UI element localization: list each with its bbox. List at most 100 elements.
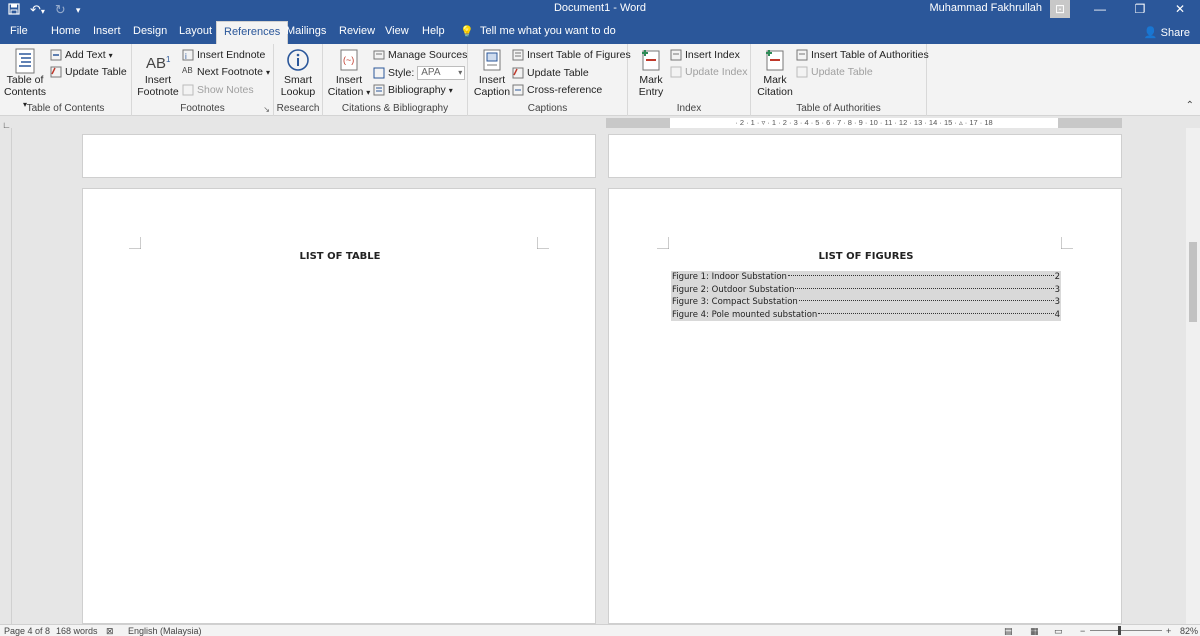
cross-reference-icon — [512, 84, 524, 96]
add-text-icon — [50, 49, 62, 61]
read-mode-icon[interactable]: ▤ — [1004, 626, 1013, 636]
toc-entry-text: Figure 4: Pole mounted substation — [672, 309, 818, 320]
insert-index-button[interactable]: Insert Index — [670, 49, 740, 61]
zoom-slider-thumb[interactable] — [1118, 626, 1121, 635]
show-notes-button[interactable]: Show Notes — [182, 84, 254, 96]
insert-table-of-figures-button[interactable]: Insert Table of Figures — [512, 49, 631, 61]
page-count[interactable]: Page 4 of 8 — [4, 626, 50, 636]
scrollbar-thumb[interactable] — [1189, 242, 1197, 322]
next-footnote-button[interactable]: AB Next Footnote ▾ — [182, 66, 270, 78]
page-left[interactable]: LIST OF TABLE — [82, 188, 596, 624]
vertical-scrollbar[interactable] — [1186, 128, 1200, 624]
group-label-citations: Citations & Bibliography — [341, 103, 449, 114]
show-notes-icon — [182, 84, 194, 96]
manage-sources-icon — [373, 49, 385, 61]
style-select[interactable]: APA ▾ — [417, 66, 466, 80]
footnote-icon: AB1 — [146, 55, 171, 72]
group-table-of-authorities: Mark Citation Insert Table of Authoritie… — [751, 44, 929, 116]
tab-mailings[interactable]: Mailings — [286, 25, 326, 37]
smart-lookup-button[interactable]: Smart Lookup — [276, 48, 320, 98]
proofing-icon[interactable]: ⊠ — [106, 626, 114, 636]
insert-table-of-authorities-button[interactable]: Insert Table of Authorities — [796, 49, 929, 61]
update-table-authorities-button[interactable]: Update Table — [796, 66, 873, 78]
tell-me-icon[interactable]: 💡 — [460, 25, 474, 38]
zoom-out-icon[interactable]: − — [1080, 626, 1085, 636]
style-value: APA — [421, 67, 441, 78]
tab-references[interactable]: References — [216, 21, 289, 44]
toc-label-1: Table of — [6, 74, 44, 86]
toc-leader — [798, 300, 1054, 302]
horizontal-ruler[interactable]: · 2 · 1 · ▿ · 1 · 2 · 3 · 4 · 5 · 6 · 7 … — [606, 118, 1122, 128]
table-of-contents-button[interactable]: Table of Contents ▾ — [4, 48, 46, 111]
mark-entry-button[interactable]: Mark Entry — [630, 48, 672, 98]
ribbon-display-icon[interactable]: ⊡ — [1040, 0, 1080, 20]
add-text-button[interactable]: Add Text ▾ — [50, 49, 113, 61]
insert-endnote-button[interactable]: i Insert Endnote — [182, 49, 265, 61]
page-3b-bottom[interactable] — [608, 134, 1122, 178]
toc-entry-text: Figure 1: Indoor Substation — [672, 272, 787, 283]
smart-lookup-label-2: Lookup — [280, 86, 316, 98]
mark-citation-button[interactable]: Mark Citation — [753, 48, 797, 98]
close-icon[interactable]: ✕ — [1160, 0, 1200, 20]
insert-citation-button[interactable]: (~) Insert Citation ▾ — [327, 48, 371, 99]
group-label-index: Index — [676, 103, 702, 114]
update-index-button[interactable]: Update Index — [670, 66, 747, 78]
toc-label-2: Contents — [4, 86, 47, 98]
word-count[interactable]: 168 words — [56, 626, 98, 636]
bibliography-button[interactable]: Bibliography ▾ — [373, 84, 453, 96]
table-of-figures[interactable]: Figure 1: Indoor Substation 2 Figure 2: O… — [671, 271, 1061, 321]
web-layout-icon[interactable]: ▭ — [1054, 626, 1063, 636]
bibliography-icon — [373, 84, 385, 96]
toc-entry[interactable]: Figure 4: Pole mounted substation 4 — [671, 308, 1061, 321]
page-right[interactable]: LIST OF FIGURES Figure 1: Indoor Substat… — [608, 188, 1122, 624]
toc-entry[interactable]: Figure 2: Outdoor Substation 3 — [671, 283, 1061, 296]
vertical-ruler[interactable] — [0, 128, 12, 624]
next-footnote-label: Next Footnote — [197, 66, 263, 78]
language-indicator[interactable]: English (Malaysia) — [128, 626, 202, 636]
insert-caption-button[interactable]: Insert Caption — [470, 48, 514, 98]
cross-reference-button[interactable]: Cross-reference — [512, 84, 602, 96]
minimize-icon[interactable]: — — [1080, 0, 1120, 20]
zoom-slider[interactable] — [1090, 630, 1162, 631]
toc-entry[interactable]: Figure 3: Compact Substation 3 — [671, 296, 1061, 309]
tell-me-search[interactable]: Tell me what you want to do — [480, 25, 616, 37]
toc-entry-text: Figure 2: Outdoor Substation — [672, 284, 795, 295]
cross-reference-label: Cross-reference — [527, 84, 603, 96]
tab-help[interactable]: Help — [422, 25, 445, 37]
dialog-launcher-icon[interactable]: ↘ — [263, 105, 270, 114]
print-layout-icon[interactable]: ▦ — [1030, 626, 1039, 636]
tab-insert[interactable]: Insert — [93, 25, 121, 37]
zoom-level[interactable]: 82% — [1180, 626, 1198, 636]
share-button[interactable]: 👤 Share — [1144, 26, 1190, 39]
collapse-ribbon-icon[interactable]: ⌃ — [1186, 100, 1194, 111]
update-table-toc-button[interactable]: Update Table — [50, 66, 127, 78]
next-footnote-icon: AB — [182, 66, 193, 75]
manage-sources-button[interactable]: Manage Sources — [373, 49, 467, 61]
restore-icon[interactable]: ❐ — [1120, 0, 1160, 20]
update-table-captions-button[interactable]: Update Table — [512, 67, 589, 79]
smart-lookup-icon — [286, 48, 310, 72]
citation-style-control: Style: APA ▾ — [373, 66, 466, 80]
zoom-in-icon[interactable]: + — [1166, 626, 1171, 636]
tab-layout[interactable]: Layout — [179, 25, 212, 37]
insert-index-label: Insert Index — [685, 49, 740, 61]
bibliography-label: Bibliography — [388, 84, 446, 96]
mark-entry-label-2: Entry — [638, 86, 664, 98]
toc-entry[interactable]: Figure 1: Indoor Substation 2 — [671, 271, 1061, 284]
mark-citation-icon — [763, 48, 787, 72]
tab-review[interactable]: Review — [339, 25, 375, 37]
tab-file[interactable]: File — [10, 25, 28, 37]
insert-footnote-button[interactable]: AB1 Insert Footnote — [136, 48, 180, 98]
page-heading-list-of-figures: LIST OF FIGURES — [818, 251, 914, 262]
tab-design[interactable]: Design — [133, 25, 167, 37]
user-name[interactable]: Muhammad Fakhrullah — [930, 2, 1043, 14]
add-text-label: Add Text — [65, 49, 106, 61]
show-notes-label: Show Notes — [197, 84, 254, 96]
group-label-captions: Captions — [527, 103, 568, 114]
tab-home[interactable]: Home — [51, 25, 80, 37]
update-table-icon — [512, 67, 524, 79]
margin-corner-tr — [537, 237, 549, 249]
tab-view[interactable]: View — [385, 25, 409, 37]
smart-lookup-label-1: Smart — [283, 74, 312, 86]
page-3-bottom[interactable] — [82, 134, 596, 178]
